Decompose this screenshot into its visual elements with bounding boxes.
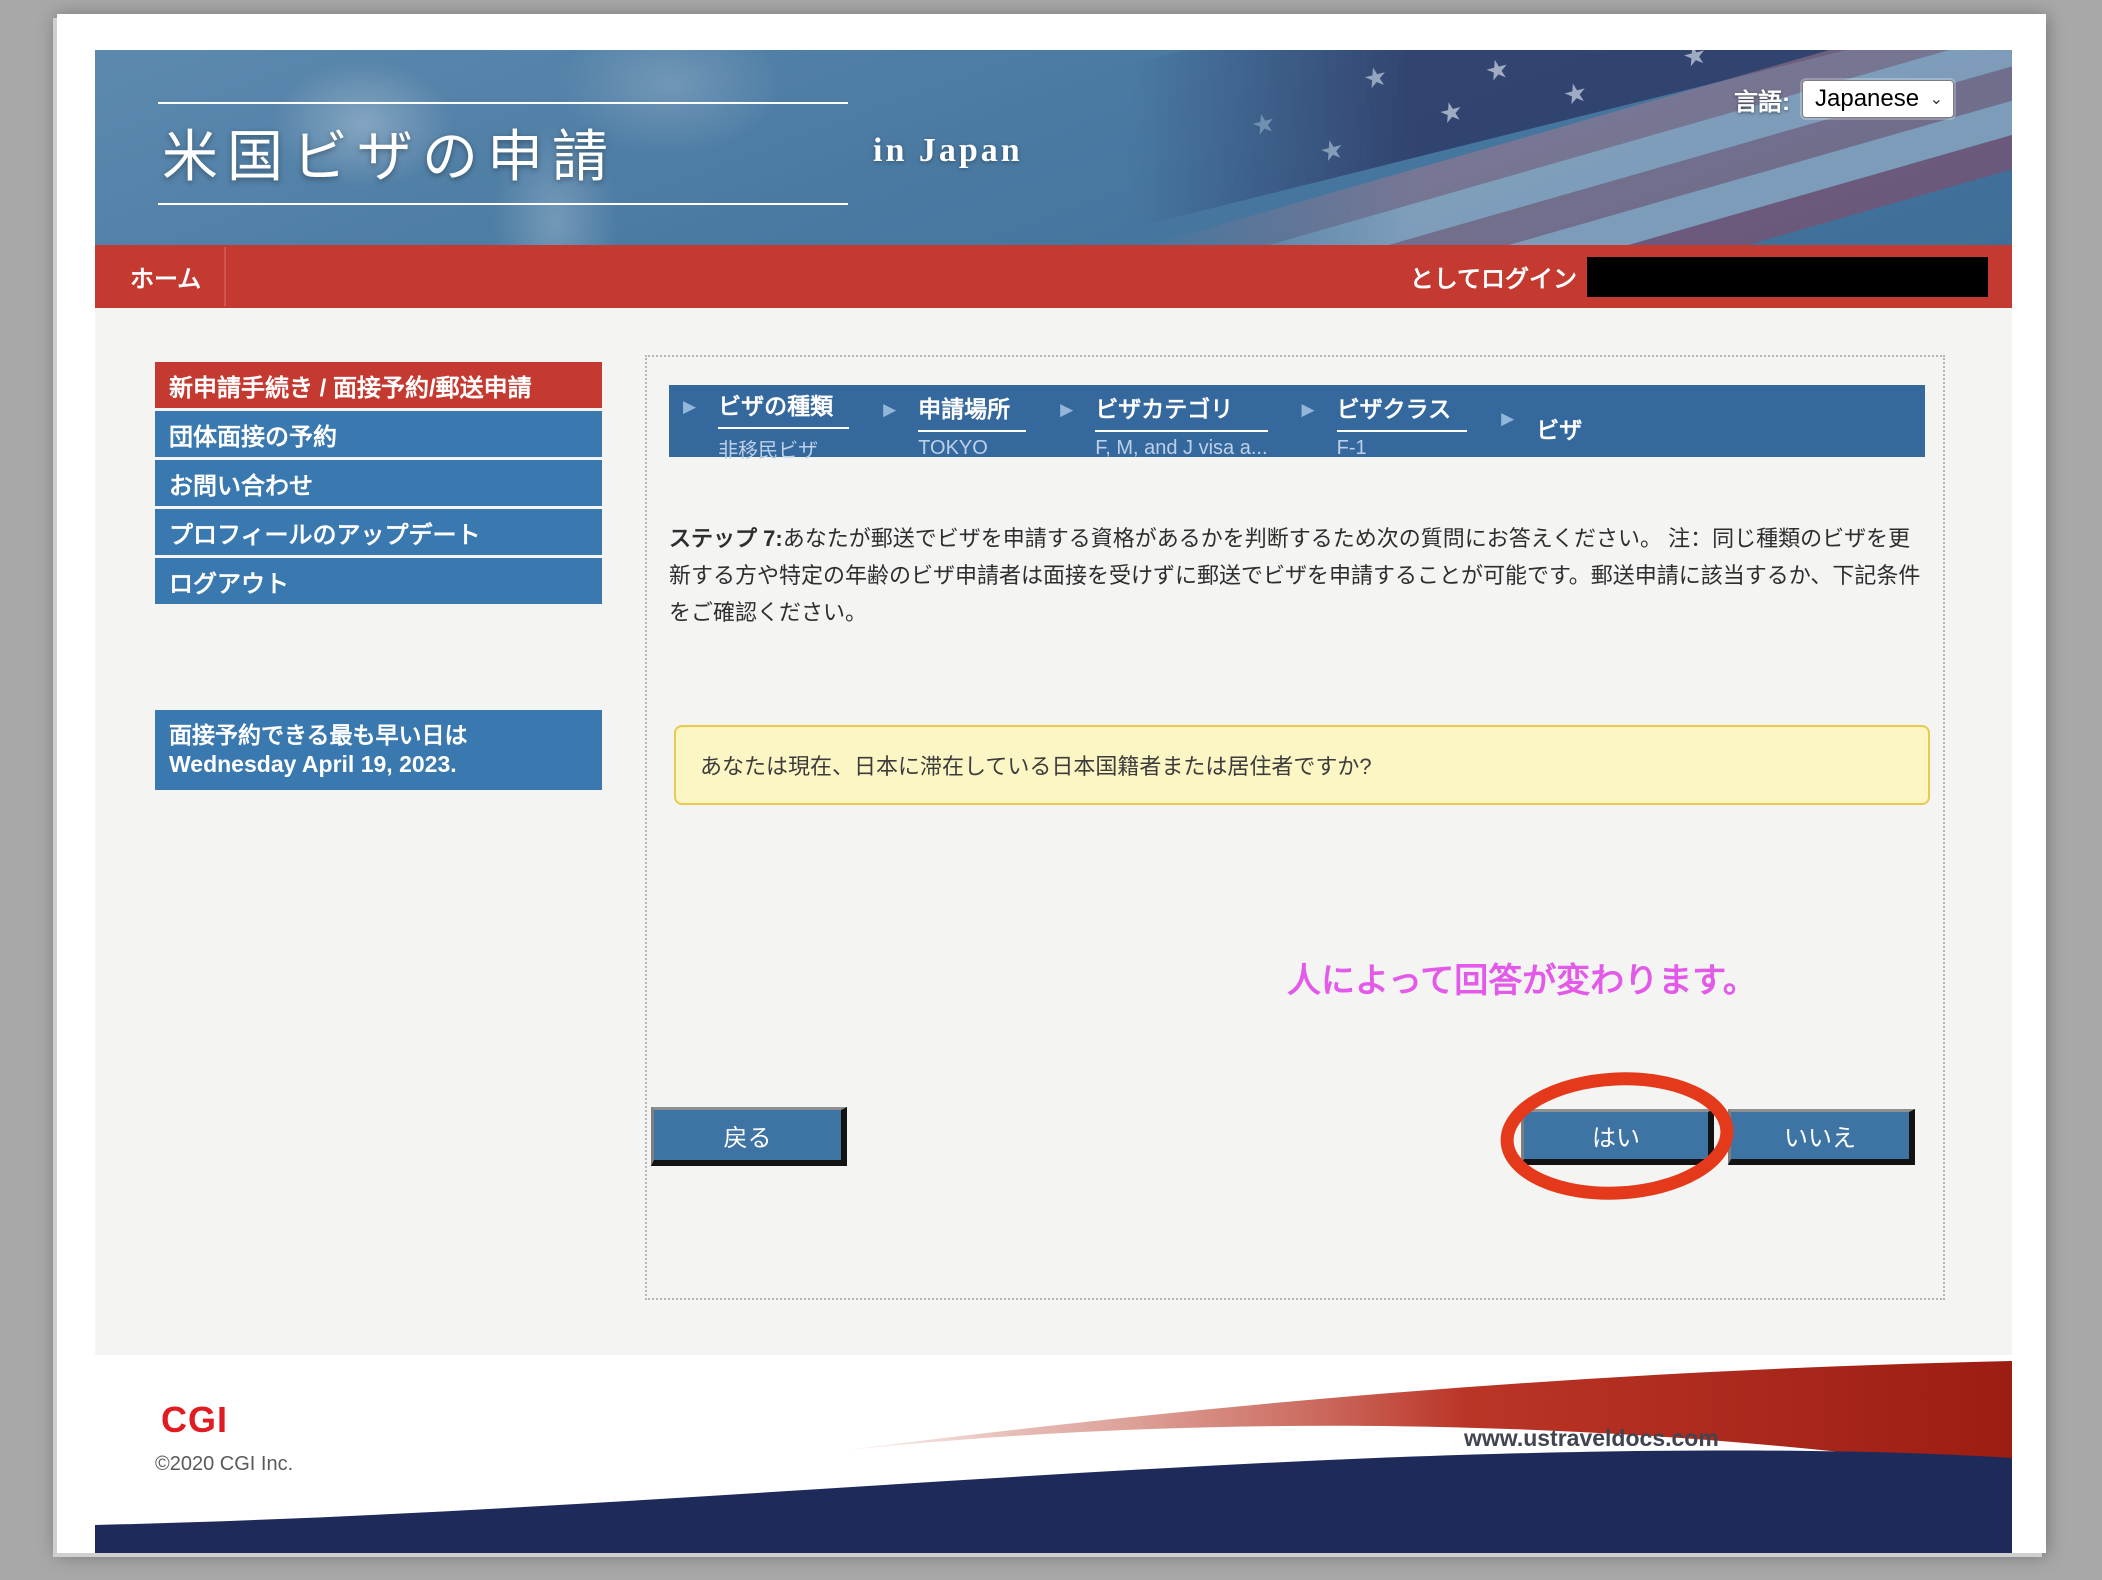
content-panel: ▶ ビザの種類 非移民ビザ ▶ 申請場所 TOKYO [645, 355, 1945, 1300]
breadcrumb-title[interactable]: 申請場所 [918, 390, 1026, 432]
arrow-right-icon: ▶ [1302, 400, 1315, 420]
language-label: 言語: [1734, 82, 1790, 117]
breadcrumb-value: F, M, and J visa a... [1095, 432, 1267, 460]
breadcrumb-step-visa: ▶ ビザ [1501, 391, 1598, 451]
site-footer: CGI ©2020 CGI Inc. www.ustraveldocs.com [95, 1355, 2012, 1553]
annotation-text: 人によって回答が変わります。 [1287, 953, 1757, 1002]
arrow-right-icon: ▶ [683, 397, 696, 417]
step-label: ステップ 7: [669, 526, 783, 551]
page-sheet: ★★★ ★★★ ★★★ ★★★ ★ [57, 14, 2046, 1553]
breadcrumb-value: 非移民ビザ [718, 429, 849, 463]
main-nav: ホーム としてログイン [95, 245, 2012, 308]
sidebar-item-update-profile[interactable]: プロフィールのアップデート [155, 509, 602, 555]
site-title-block: 米国ビザの申請 [158, 102, 848, 205]
breadcrumb-value: F-1 [1337, 432, 1468, 460]
sidebar-item-new-application[interactable]: 新申請手続き / 面接予約/郵送申請 [155, 362, 602, 408]
site-header: ★★★ ★★★ ★★★ ★★★ ★ [95, 50, 2012, 245]
breadcrumb-title[interactable]: ビザカテゴリ [1095, 390, 1267, 432]
breadcrumb-step-visa-category[interactable]: ▶ ビザカテゴリ F, M, and J visa a... [1060, 382, 1267, 460]
step-instructions: ステップ 7:あなたが郵送でビザを申請する資格があるかを判断するため次の質問にお… [669, 520, 1931, 631]
earliest-date-line2: Wednesday April 19, 2023. [169, 750, 602, 779]
breadcrumb-step-visa-class[interactable]: ▶ ビザクラス F-1 [1302, 382, 1468, 460]
earliest-date-notice: 面接予約できる最も早い日は Wednesday April 19, 2023. [155, 710, 602, 790]
sidebar-item-contact[interactable]: お問い合わせ [155, 460, 602, 506]
sidebar-item-logout[interactable]: ログアウト [155, 558, 602, 604]
earliest-date-line1: 面接予約できる最も早い日は [169, 721, 602, 750]
main-area: 新申請手続き / 面接予約/郵送申請 団体面接の予約 お問い合わせ プロフィール… [95, 308, 2012, 1355]
breadcrumb-step-post[interactable]: ▶ 申請場所 TOKYO [883, 382, 1026, 460]
site-title: 米国ビザの申請 [158, 104, 848, 203]
no-button[interactable]: いいえ [1728, 1109, 1915, 1165]
arrow-right-icon: ▶ [1501, 409, 1514, 429]
cgi-logo: CGI [161, 1399, 228, 1441]
site-subtitle: in Japan [873, 132, 1023, 170]
breadcrumb-step-visa-type[interactable]: ▶ ビザの種類 非移民ビザ [683, 379, 849, 463]
nav-separator [224, 247, 226, 306]
title-rule-bottom [158, 203, 848, 205]
footer-website: www.ustraveldocs.com [1464, 1425, 1719, 1452]
page-content: ★★★ ★★★ ★★★ ★★★ ★ [95, 50, 2012, 1553]
footer-copyright: ©2020 CGI Inc. [155, 1453, 293, 1476]
chevron-down-icon: ⌄ [1930, 89, 1943, 109]
nav-home-link[interactable]: ホーム [130, 245, 231, 308]
logged-in-as-label: としてログイン [1410, 245, 1577, 308]
question-box: あなたは現在、日本に滞在している日本国籍者または居住者ですか? [674, 725, 1930, 805]
breadcrumb: ▶ ビザの種類 非移民ビザ ▶ 申請場所 TOKYO [669, 385, 1925, 457]
step-body: あなたが郵送でビザを申請する資格があるかを判断するため次の質問にお答えください。… [669, 526, 1920, 625]
language-select-value: Japanese [1815, 85, 1919, 113]
sidebar: 新申請手続き / 面接予約/郵送申請 団体面接の予約 お問い合わせ プロフィール… [155, 362, 602, 607]
language-select[interactable]: Japanese ⌄ [1802, 80, 1954, 118]
arrow-right-icon: ▶ [883, 400, 896, 420]
sidebar-item-group-appointment[interactable]: 団体面接の予約 [155, 411, 602, 457]
breadcrumb-title: ビザ [1536, 399, 1598, 451]
breadcrumb-title[interactable]: ビザクラス [1337, 390, 1468, 432]
yes-button[interactable]: はい [1521, 1109, 1714, 1165]
breadcrumb-value: TOKYO [918, 432, 1026, 460]
back-button[interactable]: 戻る [651, 1107, 847, 1166]
breadcrumb-title[interactable]: ビザの種類 [718, 387, 849, 429]
language-box: 言語: Japanese ⌄ [1734, 80, 1954, 118]
user-name-redacted [1587, 257, 1988, 297]
footer-wave-graphic [95, 1355, 2012, 1553]
arrow-right-icon: ▶ [1060, 400, 1073, 420]
question-text: あなたは現在、日本に滞在している日本国籍者または居住者ですか? [700, 749, 1372, 781]
